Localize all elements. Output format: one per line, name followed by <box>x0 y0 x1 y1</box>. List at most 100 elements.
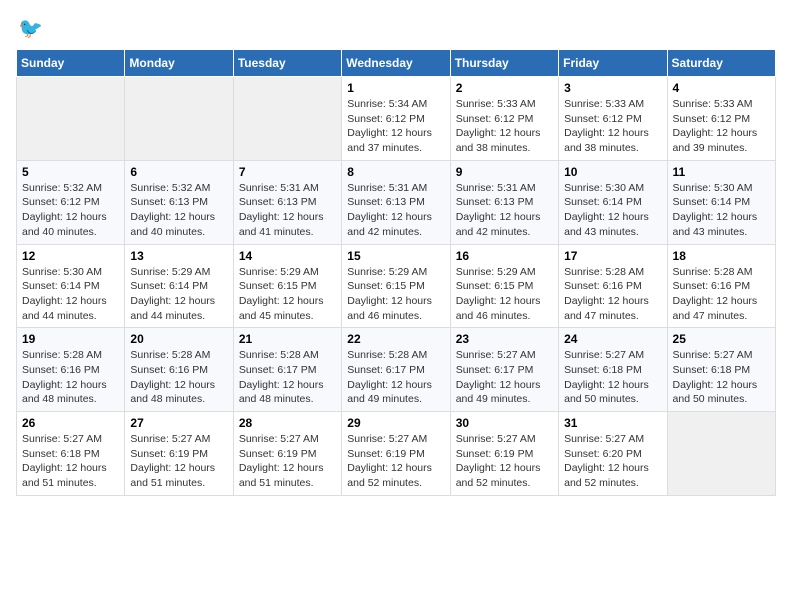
day-info: Sunrise: 5:31 AMSunset: 6:13 PMDaylight:… <box>456 181 553 240</box>
day-info: Sunrise: 5:27 AMSunset: 6:19 PMDaylight:… <box>347 432 444 491</box>
calendar-cell: 11 Sunrise: 5:30 AMSunset: 6:14 PMDayligh… <box>667 160 775 244</box>
calendar-cell: 26 Sunrise: 5:27 AMSunset: 6:18 PMDayligh… <box>17 412 125 496</box>
day-number: 22 <box>347 332 444 346</box>
day-number: 4 <box>673 81 770 95</box>
calendar-cell: 20 Sunrise: 5:28 AMSunset: 6:16 PMDayligh… <box>125 328 233 412</box>
day-number: 23 <box>456 332 553 346</box>
calendar-cell: 16 Sunrise: 5:29 AMSunset: 6:15 PMDayligh… <box>450 244 558 328</box>
day-info: Sunrise: 5:33 AMSunset: 6:12 PMDaylight:… <box>564 97 661 156</box>
day-number: 31 <box>564 416 661 430</box>
calendar-cell: 7Sunrise: 5:31 AMSunset: 6:13 PMDaylight… <box>233 160 341 244</box>
calendar-week-row: 26 Sunrise: 5:27 AMSunset: 6:18 PMDayligh… <box>17 412 776 496</box>
calendar-cell: 30 Sunrise: 5:27 AMSunset: 6:19 PMDayligh… <box>450 412 558 496</box>
day-number: 7 <box>239 165 336 179</box>
day-number: 20 <box>130 332 227 346</box>
calendar-week-row: 5Sunrise: 5:32 AMSunset: 6:12 PMDaylight… <box>17 160 776 244</box>
calendar-cell: 3 Sunrise: 5:33 AMSunset: 6:12 PMDaylight… <box>559 77 667 161</box>
calendar-cell: 18Sunrise: 5:28 AMSunset: 6:16 PMDayligh… <box>667 244 775 328</box>
calendar-cell <box>233 77 341 161</box>
day-info: Sunrise: 5:31 AMSunset: 6:13 PMDaylight:… <box>347 181 444 240</box>
day-number: 14 <box>239 249 336 263</box>
day-info: Sunrise: 5:29 AMSunset: 6:15 PMDaylight:… <box>456 265 553 324</box>
day-of-week-header: Tuesday <box>233 50 341 77</box>
day-info: Sunrise: 5:28 AMSunset: 6:16 PMDaylight:… <box>564 265 661 324</box>
page-header: 🐦 <box>16 16 776 41</box>
calendar-table: SundayMondayTuesdayWednesdayThursdayFrid… <box>16 49 776 496</box>
calendar-cell: 10Sunrise: 5:30 AMSunset: 6:14 PMDayligh… <box>559 160 667 244</box>
day-of-week-header: Thursday <box>450 50 558 77</box>
day-info: Sunrise: 5:29 AMSunset: 6:15 PMDaylight:… <box>347 265 444 324</box>
day-info: Sunrise: 5:27 AMSunset: 6:18 PMDaylight:… <box>673 348 770 407</box>
day-info: Sunrise: 5:34 AMSunset: 6:12 PMDaylight:… <box>347 97 444 156</box>
day-number: 16 <box>456 249 553 263</box>
day-info: Sunrise: 5:28 AMSunset: 6:16 PMDaylight:… <box>673 265 770 324</box>
day-number: 11 <box>673 165 770 179</box>
calendar-cell: 23 Sunrise: 5:27 AMSunset: 6:17 PMDayligh… <box>450 328 558 412</box>
day-of-week-header: Friday <box>559 50 667 77</box>
day-info: Sunrise: 5:30 AMSunset: 6:14 PMDaylight:… <box>22 265 119 324</box>
day-info: Sunrise: 5:27 AMSunset: 6:19 PMDaylight:… <box>456 432 553 491</box>
day-number: 13 <box>130 249 227 263</box>
calendar-cell: 15 Sunrise: 5:29 AMSunset: 6:15 PMDayligh… <box>342 244 450 328</box>
day-number: 1 <box>347 81 444 95</box>
day-info: Sunrise: 5:28 AMSunset: 6:17 PMDaylight:… <box>239 348 336 407</box>
day-number: 3 <box>564 81 661 95</box>
day-number: 6 <box>130 165 227 179</box>
day-info: Sunrise: 5:29 AMSunset: 6:15 PMDaylight:… <box>239 265 336 324</box>
day-number: 19 <box>22 332 119 346</box>
calendar-cell: 4Sunrise: 5:33 AMSunset: 6:12 PMDaylight… <box>667 77 775 161</box>
calendar-cell: 6 Sunrise: 5:32 AMSunset: 6:13 PMDaylight… <box>125 160 233 244</box>
calendar-cell: 17 Sunrise: 5:28 AMSunset: 6:16 PMDayligh… <box>559 244 667 328</box>
day-number: 8 <box>347 165 444 179</box>
calendar-cell: 22Sunrise: 5:28 AMSunset: 6:17 PMDayligh… <box>342 328 450 412</box>
day-of-week-header: Monday <box>125 50 233 77</box>
calendar-week-row: 19 Sunrise: 5:28 AMSunset: 6:16 PMDayligh… <box>17 328 776 412</box>
day-info: Sunrise: 5:30 AMSunset: 6:14 PMDaylight:… <box>673 181 770 240</box>
calendar-cell: 14 Sunrise: 5:29 AMSunset: 6:15 PMDayligh… <box>233 244 341 328</box>
day-info: Sunrise: 5:27 AMSunset: 6:18 PMDaylight:… <box>22 432 119 491</box>
day-number: 2 <box>456 81 553 95</box>
day-number: 21 <box>239 332 336 346</box>
day-number: 29 <box>347 416 444 430</box>
calendar-cell: 27Sunrise: 5:27 AMSunset: 6:19 PMDayligh… <box>125 412 233 496</box>
day-number: 30 <box>456 416 553 430</box>
calendar-cell: 29 Sunrise: 5:27 AMSunset: 6:19 PMDayligh… <box>342 412 450 496</box>
day-info: Sunrise: 5:27 AMSunset: 6:19 PMDaylight:… <box>239 432 336 491</box>
calendar-week-row: 1 Sunrise: 5:34 AMSunset: 6:12 PMDaylight… <box>17 77 776 161</box>
day-number: 12 <box>22 249 119 263</box>
day-number: 5 <box>22 165 119 179</box>
calendar-header-row: SundayMondayTuesdayWednesdayThursdayFrid… <box>17 50 776 77</box>
calendar-cell <box>125 77 233 161</box>
day-number: 10 <box>564 165 661 179</box>
day-number: 17 <box>564 249 661 263</box>
calendar-cell: 5Sunrise: 5:32 AMSunset: 6:12 PMDaylight… <box>17 160 125 244</box>
day-info: Sunrise: 5:27 AMSunset: 6:19 PMDaylight:… <box>130 432 227 491</box>
day-number: 15 <box>347 249 444 263</box>
day-number: 9 <box>456 165 553 179</box>
day-number: 26 <box>22 416 119 430</box>
day-info: Sunrise: 5:28 AMSunset: 6:16 PMDaylight:… <box>22 348 119 407</box>
day-info: Sunrise: 5:32 AMSunset: 6:13 PMDaylight:… <box>130 181 227 240</box>
day-of-week-header: Saturday <box>667 50 775 77</box>
day-info: Sunrise: 5:29 AMSunset: 6:14 PMDaylight:… <box>130 265 227 324</box>
calendar-cell: 24Sunrise: 5:27 AMSunset: 6:18 PMDayligh… <box>559 328 667 412</box>
calendar-cell: 25 Sunrise: 5:27 AMSunset: 6:18 PMDayligh… <box>667 328 775 412</box>
day-info: Sunrise: 5:27 AMSunset: 6:20 PMDaylight:… <box>564 432 661 491</box>
calendar-cell: 12 Sunrise: 5:30 AMSunset: 6:14 PMDayligh… <box>17 244 125 328</box>
calendar-cell: 28 Sunrise: 5:27 AMSunset: 6:19 PMDayligh… <box>233 412 341 496</box>
calendar-cell: 8 Sunrise: 5:31 AMSunset: 6:13 PMDaylight… <box>342 160 450 244</box>
calendar-cell <box>17 77 125 161</box>
calendar-cell: 2Sunrise: 5:33 AMSunset: 6:12 PMDaylight… <box>450 77 558 161</box>
day-number: 25 <box>673 332 770 346</box>
day-info: Sunrise: 5:27 AMSunset: 6:17 PMDaylight:… <box>456 348 553 407</box>
calendar-cell: 13 Sunrise: 5:29 AMSunset: 6:14 PMDayligh… <box>125 244 233 328</box>
day-number: 28 <box>239 416 336 430</box>
logo: 🐦 <box>16 16 43 41</box>
calendar-cell: 21 Sunrise: 5:28 AMSunset: 6:17 PMDayligh… <box>233 328 341 412</box>
calendar-cell <box>667 412 775 496</box>
day-of-week-header: Wednesday <box>342 50 450 77</box>
calendar-week-row: 12 Sunrise: 5:30 AMSunset: 6:14 PMDayligh… <box>17 244 776 328</box>
day-of-week-header: Sunday <box>17 50 125 77</box>
day-info: Sunrise: 5:28 AMSunset: 6:16 PMDaylight:… <box>130 348 227 407</box>
calendar-cell: 19 Sunrise: 5:28 AMSunset: 6:16 PMDayligh… <box>17 328 125 412</box>
